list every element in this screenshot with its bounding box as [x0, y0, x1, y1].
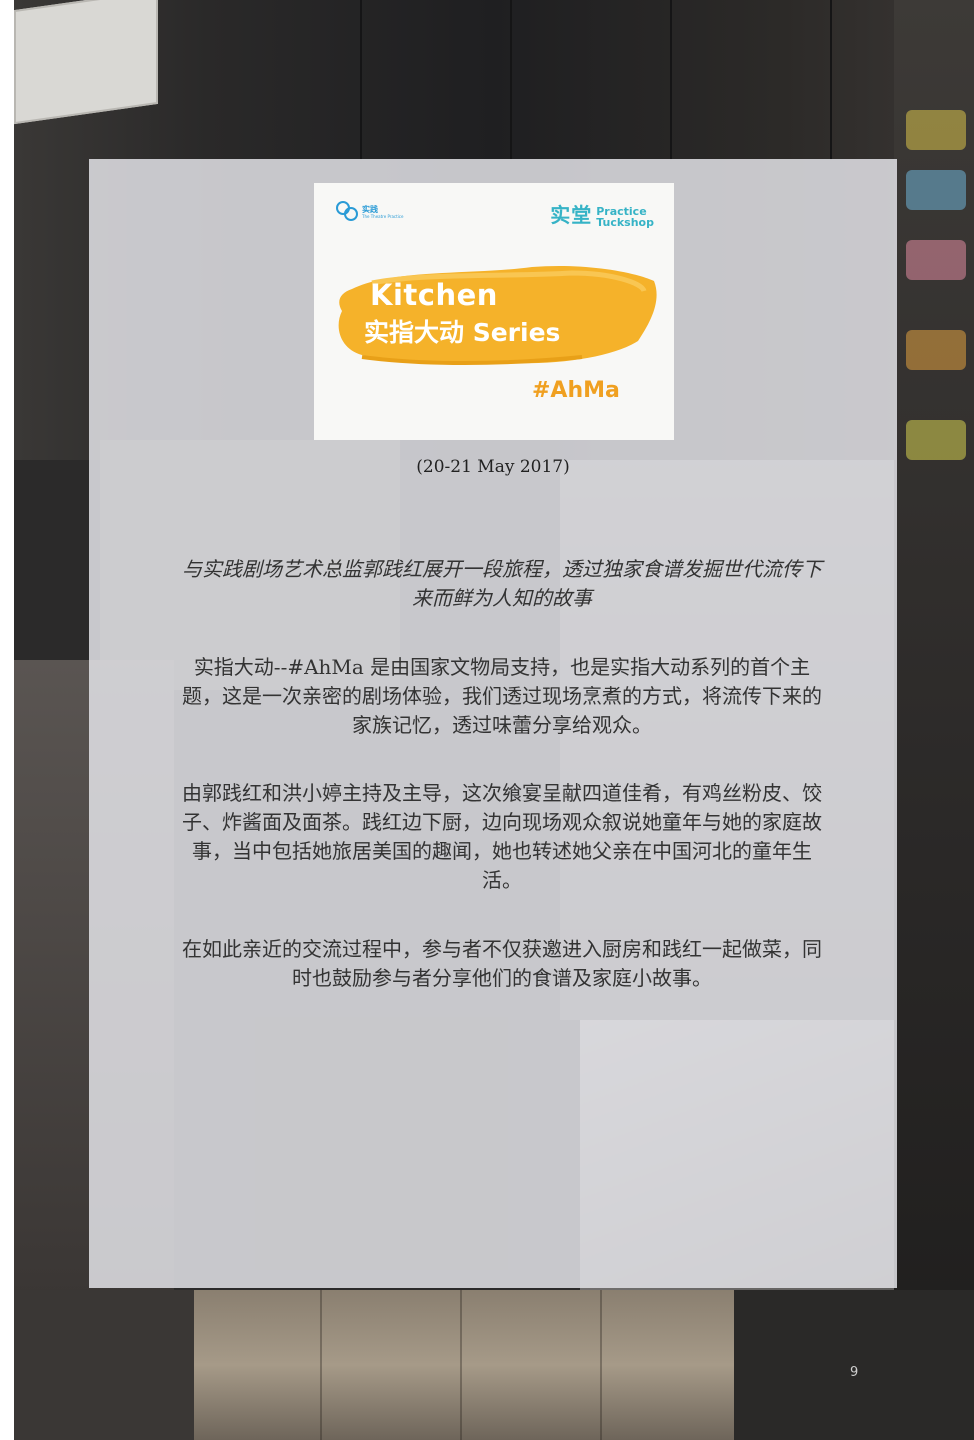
cabinet-door [360, 0, 512, 160]
tile-line [460, 1290, 462, 1440]
body-paragraph: 实指大动--#AhMa 是由国家文物局支持，也是实指大动系列的首个主题，这是一次… [182, 655, 822, 737]
event-title-series: 实指大动 Series [364, 318, 561, 347]
theatre-practice-name: 实践 [362, 205, 378, 214]
air-conditioner [14, 0, 158, 125]
theatre-practice-subtitle: The Theatre Practice [362, 214, 404, 219]
body-paragraph: 在如此亲近的交流过程中，参与者不仅获邀进入厨房和践红一起做菜，同时也鼓励参与者分… [182, 937, 822, 990]
chalk-drawing [906, 420, 966, 460]
practice-tuckshop-logo: 实堂 Practice Tuckshop [550, 199, 654, 228]
theatre-practice-icon [336, 201, 360, 223]
tuckshop-chinese-name: 实堂 [550, 203, 593, 227]
tile-line [600, 1290, 602, 1440]
body-paragraph: 由郭践红和洪小婷主持及主导，这次飨宴呈献四道佳肴，有鸡丝粉皮、饺子、炸酱面及面茶… [182, 781, 822, 892]
event-date: (20-21 May 2017) [416, 457, 570, 477]
page-number: 9 [850, 1365, 859, 1380]
chalk-drawing [906, 330, 966, 370]
tuckshop-name-line2: Tuckshop [596, 216, 654, 229]
chalk-drawing [906, 240, 966, 280]
event-hashtag: #AhMa [532, 378, 620, 403]
content-panel: 实践 The Theatre Practice 实堂 Practice Tuck… [89, 159, 897, 1288]
cabinet-door [670, 0, 832, 160]
event-logo-card: 实践 The Theatre Practice 实堂 Practice Tuck… [314, 183, 674, 440]
tile-line [320, 1290, 322, 1440]
cabinet-door [220, 0, 362, 160]
intro-text: 与实践剧场艺术总监郭践红展开一段旅程，透过独家食谱发掘世代流传下来而鲜为人知的故… [182, 557, 822, 610]
chalkboard-wall [894, 0, 974, 1440]
cabinet-base [14, 1290, 194, 1440]
chalk-drawing [906, 110, 966, 150]
event-title-kitchen: Kitchen [370, 278, 498, 312]
theatre-practice-logo: 实践 The Theatre Practice [336, 201, 403, 223]
cabinet-door [510, 0, 672, 160]
page-margin [0, 0, 14, 1440]
chalk-drawing [906, 170, 966, 210]
